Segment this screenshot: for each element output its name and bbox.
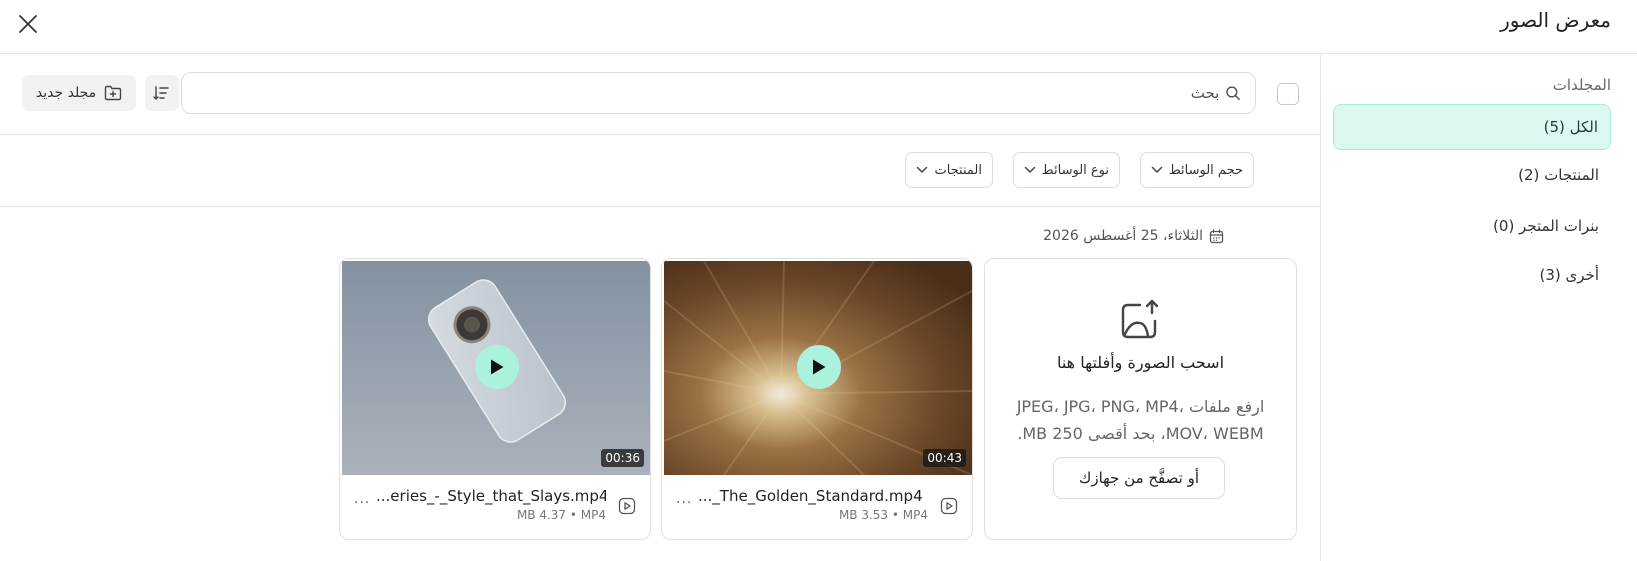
sidebar-item-label: المنتجات (2) [1518, 166, 1599, 184]
upload-description: ارفع ملفات JPEG، JPG، PNG، MP4، MOV، WEB… [1016, 397, 1265, 443]
chevron-down-icon [1024, 166, 1035, 173]
upload-title: اسحب الصورة وأفلتها هنا [1056, 353, 1225, 372]
folder-plus-icon [104, 85, 122, 101]
search-input[interactable] [182, 84, 1220, 102]
media-card-meta: ...eries_-_Style_that_Slays.mp4 MB 4.37 … [340, 475, 650, 539]
filter-products[interactable]: المنتجات [905, 152, 993, 188]
chevron-down-icon [917, 166, 928, 173]
new-folder-label: مجلد جديد [35, 85, 97, 101]
close-icon [19, 15, 37, 33]
sidebar-item-all[interactable]: الكل (5) [1333, 104, 1611, 150]
media-card-meta: ..._The_Golden_Standard.mp4 MB 3.53 • MP… [662, 475, 972, 539]
more-options-button[interactable]: ··· [354, 495, 370, 511]
gallery-toolbar: مجلد جديد [0, 54, 1320, 135]
folders-sidebar: المجلدات الكل (5) المنتجات (2) بنرات الم… [1320, 54, 1637, 561]
image-upload-icon [1121, 299, 1159, 339]
search-icon [1226, 86, 1241, 101]
video-duration: 00:43 [923, 449, 966, 467]
video-type-icon [618, 497, 636, 515]
date-group-header: الثلاثاء، 25 أغسطس 2026 [1043, 228, 1224, 244]
sidebar-item-label: الكل (5) [1543, 118, 1598, 136]
play-icon [813, 359, 826, 375]
date-label: الثلاثاء، 25 أغسطس 2026 [1043, 228, 1203, 244]
gallery-header: معرض الصور [0, 0, 1637, 54]
play-icon [491, 359, 504, 375]
browse-device-button[interactable]: أو تصفَّح من جهازك [1053, 457, 1225, 499]
sidebar-item-label: بنرات المتجر (0) [1493, 217, 1599, 235]
sidebar-item-label: أخرى (3) [1539, 266, 1599, 284]
play-button[interactable] [797, 345, 841, 389]
filter-label: حجم الوسائط [1168, 162, 1243, 178]
media-file-name: ..._The_Golden_Standard.mp4 [698, 487, 923, 505]
page-title: معرض الصور [1500, 8, 1611, 32]
video-thumbnail: 00:36 [342, 261, 650, 475]
media-file-info: MB 4.37 • MP4 [516, 508, 606, 522]
select-all-checkbox[interactable] [1277, 83, 1299, 105]
media-card[interactable]: 00:36 ...eries_-_Style_that_Slays.mp4 MB… [339, 258, 651, 540]
chevron-down-icon [1151, 166, 1162, 173]
sort-button[interactable] [145, 75, 179, 111]
close-button[interactable] [14, 10, 42, 38]
play-button[interactable] [475, 345, 519, 389]
sidebar-item-other[interactable]: أخرى (3) [1333, 252, 1611, 298]
video-thumbnail: 00:43 [664, 261, 972, 475]
sidebar-item-products[interactable]: المنتجات (2) [1333, 152, 1611, 198]
more-options-button[interactable]: ··· [676, 495, 692, 511]
filters-bar: حجم الوسائط نوع الوسائط المنتجات [0, 135, 1320, 207]
filter-label: المنتجات [934, 162, 982, 178]
media-card[interactable]: 00:43 ..._The_Golden_Standard.mp4 MB 3.5… [661, 258, 973, 540]
media-file-name: ...eries_-_Style_that_Slays.mp4 [376, 487, 606, 505]
sort-icon [153, 86, 169, 100]
new-folder-button[interactable]: مجلد جديد [22, 75, 136, 111]
filter-media-size[interactable]: حجم الوسائط [1139, 152, 1254, 188]
sidebar-item-store-banners[interactable]: بنرات المتجر (0) [1333, 203, 1611, 249]
media-file-info: MB 3.53 • MP4 [838, 508, 928, 522]
filter-label: نوع الوسائط [1041, 162, 1109, 178]
filter-media-type[interactable]: نوع الوسائط [1012, 152, 1120, 188]
search-box [181, 72, 1256, 114]
folders-heading: المجلدات [1552, 76, 1611, 94]
upload-dropzone[interactable]: اسحب الصورة وأفلتها هنا ارفع ملفات JPEG،… [984, 258, 1297, 540]
video-duration: 00:36 [601, 449, 644, 467]
calendar-icon [1209, 228, 1224, 243]
video-type-icon [940, 497, 958, 515]
